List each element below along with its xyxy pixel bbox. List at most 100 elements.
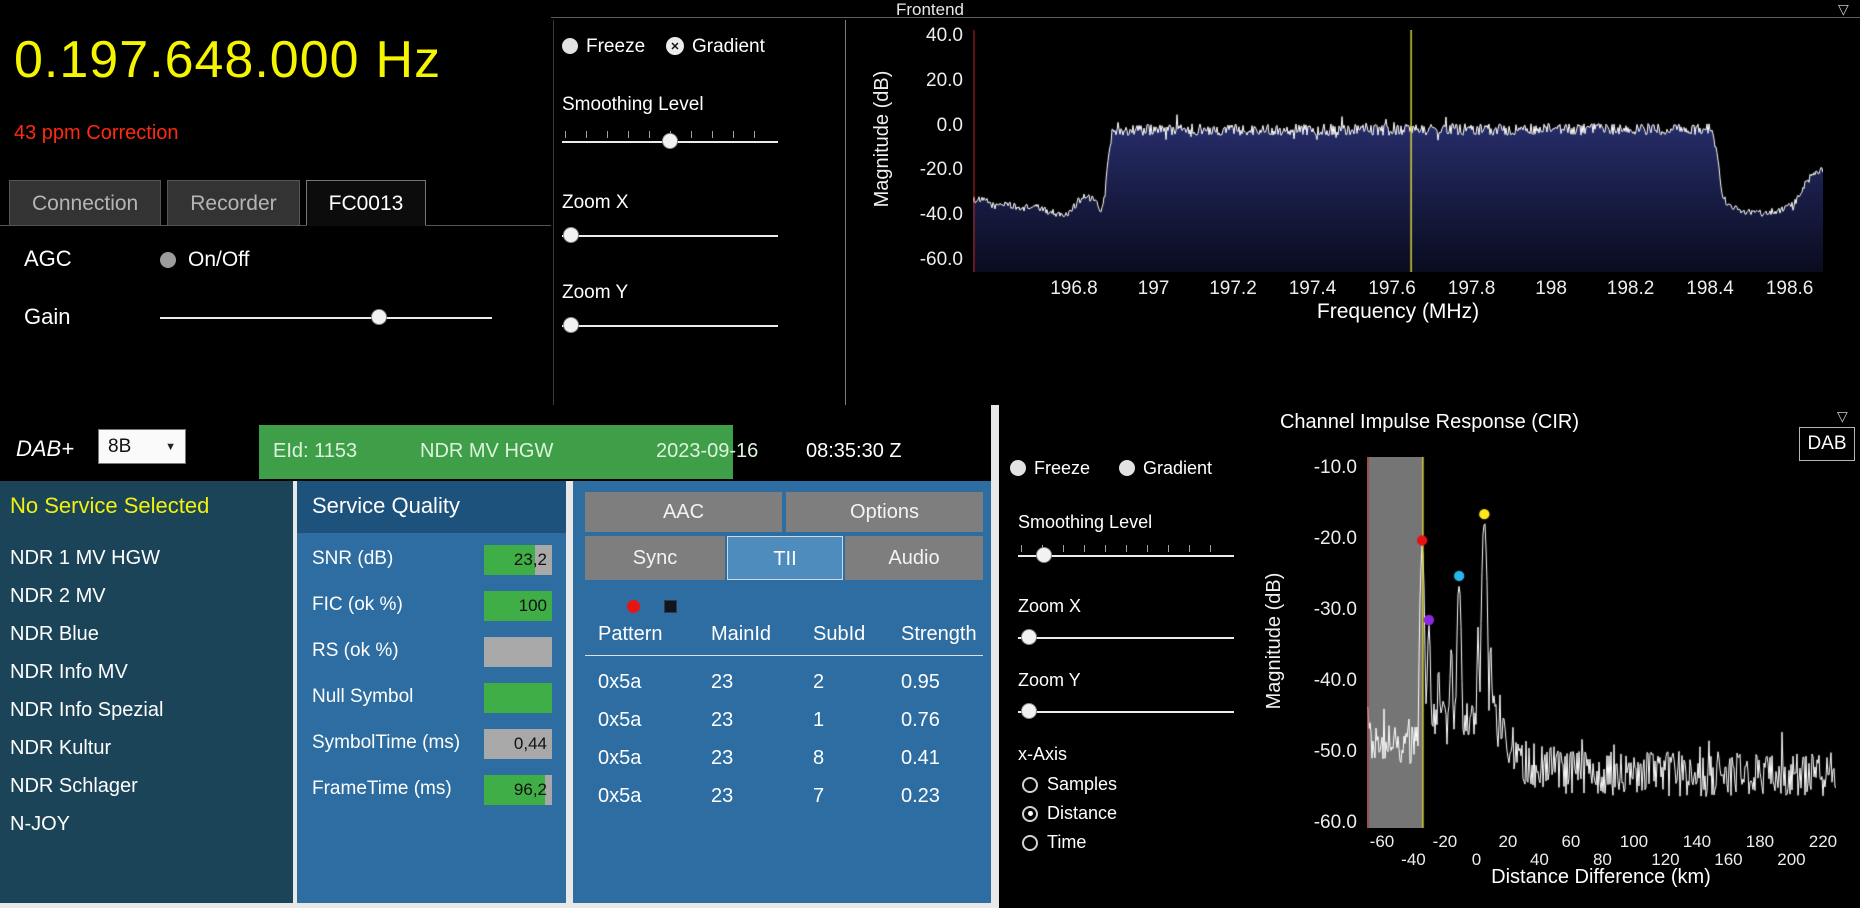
frontend-collapse-icon[interactable]: ▽	[1838, 2, 1849, 16]
channel-value: 8B	[108, 436, 131, 458]
decoder-tab-sync[interactable]: Sync	[585, 536, 725, 580]
slider-handle[interactable]	[662, 133, 678, 149]
radio-distance[interactable]	[1022, 806, 1038, 822]
slider-track[interactable]	[160, 317, 492, 319]
caret-down-icon: ▼	[165, 441, 176, 453]
cir-freeze-radio[interactable]	[1010, 460, 1026, 476]
quality-label: SymbolTime (ms)	[312, 732, 460, 754]
service-item[interactable]: NDR 2 MV	[0, 577, 293, 615]
service-quality-rows: SNR (dB)23,2FIC (ok %)100RS (ok %)Null S…	[297, 537, 566, 813]
sync-status-icon	[627, 600, 640, 613]
service-item[interactable]: NDR Info Spezial	[0, 691, 293, 729]
tii-cell-value: 23	[711, 709, 733, 732]
slider-track[interactable]	[562, 325, 778, 327]
cir-zoom-y-slider[interactable]	[1018, 700, 1234, 724]
decoder-top-tabs: AACOptions	[585, 492, 983, 532]
spectrum-plot[interactable]	[973, 30, 1823, 272]
decoder-tab-options[interactable]: Options	[786, 492, 983, 532]
tii-cell-value: 7	[813, 785, 824, 808]
tii-cell-value: 0.41	[901, 747, 940, 770]
spectrum-y-tick: -60.0	[878, 248, 963, 272]
radio-samples[interactable]	[1022, 777, 1038, 793]
frontend-zoom-y-slider[interactable]	[562, 314, 778, 338]
decoder-tab-audio[interactable]: Audio	[845, 536, 983, 580]
tuner-tabs: ConnectionRecorderFC0013	[9, 180, 426, 226]
quality-row: SymbolTime (ms) 0,44	[297, 721, 566, 767]
quality-row: RS (ok %)	[297, 629, 566, 675]
service-item[interactable]: NDR 1 MV HGW	[0, 539, 293, 577]
service-item[interactable]: NDR Schlager	[0, 767, 293, 805]
tuner-tab-connection[interactable]: Connection	[9, 180, 161, 226]
frontend-gradient-radio[interactable]: ✕	[666, 37, 684, 55]
cir-xaxis-options: Samples Distance Time	[1022, 770, 1117, 857]
slider-handle[interactable]	[1021, 703, 1037, 719]
channel-select[interactable]: 8B ▼	[98, 429, 186, 464]
service-item[interactable]: NDR Info MV	[0, 653, 293, 691]
tii-cell-value: 8	[813, 747, 824, 770]
cir-smoothing-slider[interactable]	[1018, 544, 1234, 568]
panel-splitter[interactable]	[566, 481, 573, 908]
slider-ticks	[1021, 545, 1231, 552]
output-mode-value: DAB	[1807, 433, 1846, 455]
service-quality-header-band: Service Quality	[297, 481, 566, 533]
decoder-tab-aac[interactable]: AAC	[585, 492, 782, 532]
slider-handle[interactable]	[563, 317, 579, 333]
tii-cell-value: 0.95	[901, 671, 940, 694]
gain-slider[interactable]	[160, 306, 492, 330]
frontend-zoom-x-slider[interactable]	[562, 224, 778, 248]
tuner-tab-fc0013[interactable]: FC0013	[306, 180, 427, 226]
slider-handle[interactable]	[1021, 629, 1037, 645]
agc-onoff-radio[interactable]	[160, 252, 176, 268]
slider-handle[interactable]	[1036, 547, 1052, 563]
spectrum-x-axis-label: Frequency (MHz)	[1198, 300, 1598, 324]
slider-track[interactable]	[1018, 637, 1234, 639]
xaxis-option-time[interactable]: Time	[1022, 828, 1117, 857]
decoder-tabs: SyncTIIAudio	[585, 536, 983, 580]
cir-plot[interactable]	[1367, 457, 1836, 828]
services-header: No Service Selected	[10, 493, 209, 519]
panel-splitter[interactable]	[991, 405, 999, 908]
cir-gradient-radio[interactable]	[1119, 460, 1135, 476]
spectrum-x-tick: 197.6	[1352, 278, 1432, 300]
slider-handle[interactable]	[563, 227, 579, 243]
frontend-smoothing-slider[interactable]	[562, 130, 778, 154]
spectrum-x-tick: 197.4	[1273, 278, 1353, 300]
tii-cell-value: 0x5a	[598, 747, 641, 770]
slider-handle[interactable]	[371, 309, 387, 325]
tii-table: PatternMainIdSubIdStrength0x5a2320.950x5…	[585, 621, 983, 901]
services-panel: No Service Selected NDR 1 MV HGWNDR 2 MV…	[0, 481, 293, 908]
frontend-left-divider	[553, 20, 554, 405]
service-item[interactable]: NDR Kultur	[0, 729, 293, 767]
spectrum-x-tick: 197	[1113, 278, 1193, 300]
xaxis-option-label: Distance	[1047, 803, 1117, 824]
tuner-tab-recorder[interactable]: Recorder	[167, 180, 299, 226]
fib-status-icon	[664, 600, 677, 613]
utc-time-label: 08:35:30 Z	[806, 440, 902, 463]
tii-cell-value: 23	[711, 747, 733, 770]
spectrum-x-tick: 197.2	[1193, 278, 1273, 300]
xaxis-option-distance[interactable]: Distance	[1022, 799, 1117, 828]
slider-track[interactable]	[562, 235, 778, 237]
decoder-tab-tii[interactable]: TII	[727, 536, 843, 580]
frontend-freeze-radio[interactable]	[562, 38, 578, 54]
quality-badge-fill	[484, 683, 552, 713]
agc-onoff-label: On/Off	[188, 248, 249, 272]
cir-gradient-label: Gradient	[1143, 458, 1212, 479]
xaxis-option-label: Samples	[1047, 774, 1117, 795]
service-item[interactable]: N-JOY	[0, 805, 293, 843]
quality-badge: 0,44	[484, 729, 552, 759]
tii-column-header: SubId	[813, 623, 865, 646]
spectrum-y-tick: 20.0	[878, 69, 963, 93]
radio-time[interactable]	[1022, 835, 1038, 851]
cir-zoom-x-slider[interactable]	[1018, 626, 1234, 650]
quality-row: FrameTime (ms)96,2	[297, 767, 566, 813]
xaxis-option-samples[interactable]: Samples	[1022, 770, 1117, 799]
service-item[interactable]: NDR Blue	[0, 615, 293, 653]
output-mode-select[interactable]: DAB	[1799, 427, 1855, 461]
tii-cell-value: 0x5a	[598, 785, 641, 808]
services-list: NDR 1 MV HGWNDR 2 MVNDR BlueNDR Info MVN…	[0, 539, 293, 843]
cir-collapse-icon[interactable]: ▽	[1837, 409, 1848, 423]
cir-smoothing-label: Smoothing Level	[1018, 512, 1152, 533]
quality-badge: 23,2	[484, 545, 552, 575]
slider-track[interactable]	[1018, 711, 1234, 713]
